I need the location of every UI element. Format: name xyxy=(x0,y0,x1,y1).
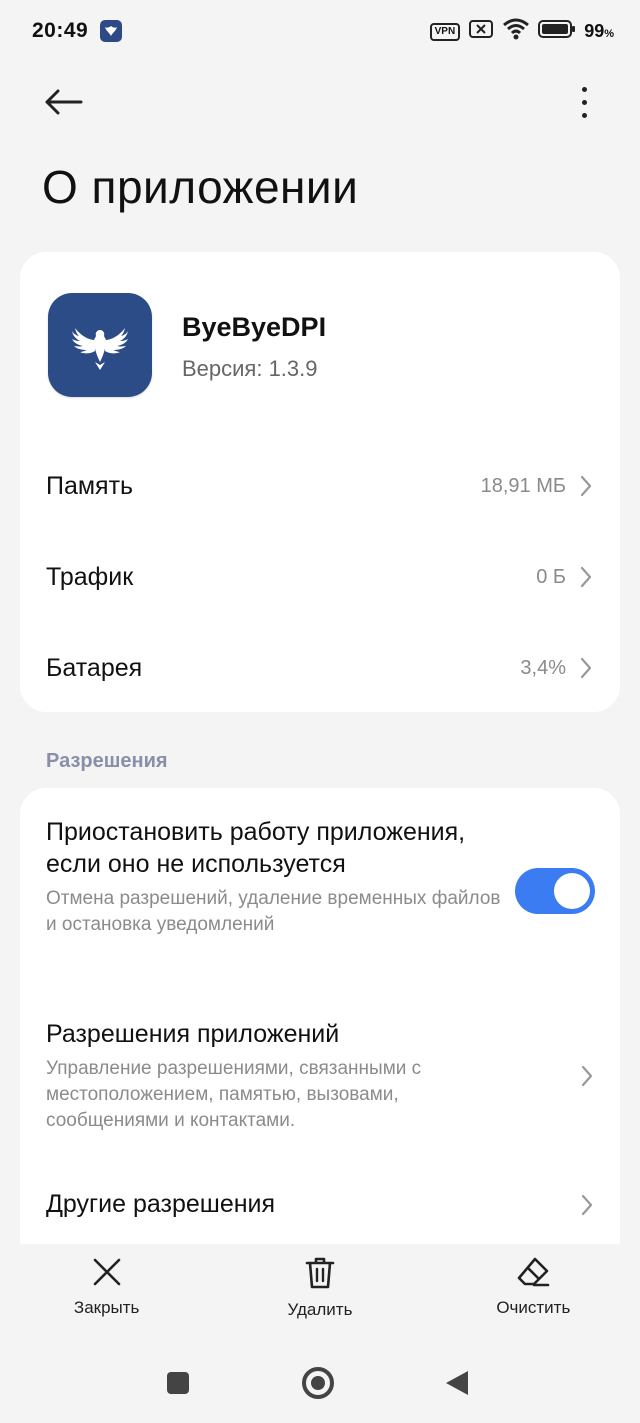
notification-app-icon xyxy=(100,20,123,42)
other-permissions-item[interactable]: Другие разрешения xyxy=(46,1188,594,1220)
uninstall-button[interactable]: Удалить xyxy=(213,1244,426,1334)
chevron-right-icon xyxy=(579,1193,595,1217)
arrow-left-icon xyxy=(45,89,83,115)
close-icon xyxy=(93,1258,120,1286)
trash-icon xyxy=(305,1257,335,1289)
app-version: Версия: 1.3.9 xyxy=(182,356,318,381)
chevron-right-icon xyxy=(578,474,594,498)
more-dot xyxy=(581,112,587,118)
other-permissions-title: Другие разрешения xyxy=(46,1190,276,1218)
bottom-action-bar: Закрыть Удалить Очистить xyxy=(0,1244,640,1334)
clear-data-button[interactable]: Очистить xyxy=(427,1244,640,1334)
top-app-bar xyxy=(0,72,640,132)
uninstall-label: Удалить xyxy=(287,1300,353,1319)
close-button[interactable]: Закрыть xyxy=(0,1244,213,1334)
pause-app-activity-title: Приостановить работу приложения, если он… xyxy=(46,818,466,878)
memory-label: Память xyxy=(46,471,134,500)
app-info-card: ByeByeDPI Версия: 1.3.9 Память 18,91 МБ … xyxy=(20,252,620,712)
pause-app-activity-item[interactable]: Приостановить работу приложения, если он… xyxy=(46,816,506,938)
traffic-label: Трафик xyxy=(46,562,134,591)
battery-icon xyxy=(538,19,576,44)
app-permissions-description: Управление разрешениями, связанными с ме… xyxy=(46,1058,422,1131)
system-navigation-bar xyxy=(0,1350,640,1420)
app-permissions-item[interactable]: Разрешения приложений Управление разреше… xyxy=(46,1018,526,1134)
traffic-value: 0 Б xyxy=(536,565,566,588)
home-dot xyxy=(311,1376,325,1390)
eagle-icon xyxy=(72,328,128,370)
pause-app-activity-description: Отмена разрешений, удаление временных фа… xyxy=(46,888,501,935)
chevron-right-icon xyxy=(578,656,594,680)
page-title: О приложении xyxy=(42,161,359,213)
battery-percent-unit: % xyxy=(604,28,614,40)
chevron-right-icon xyxy=(579,1064,595,1088)
system-back-button[interactable] xyxy=(446,1371,468,1395)
battery-percent-value: 99 xyxy=(584,21,605,41)
traffic-row[interactable]: Трафик 0 Б xyxy=(20,532,620,622)
back-button[interactable] xyxy=(38,80,88,124)
status-bar: 20:49 VPN 99% xyxy=(0,0,640,62)
app-permissions-title: Разрешения приложений xyxy=(46,1020,340,1048)
status-time: 20:49 xyxy=(32,19,89,42)
battery-percentage: 99% xyxy=(584,21,614,42)
more-dot xyxy=(581,86,587,92)
section-title-permissions: Разрешения xyxy=(46,750,168,772)
status-indicators: VPN 99% xyxy=(429,18,614,45)
clear-data-label: Очистить xyxy=(496,1298,571,1317)
home-button[interactable] xyxy=(302,1367,334,1399)
app-name: ByeByeDPI xyxy=(182,312,327,342)
eraser-icon xyxy=(518,1257,550,1287)
memory-row[interactable]: Память 18,91 МБ xyxy=(20,441,620,531)
close-label: Закрыть xyxy=(73,1298,140,1317)
battery-row[interactable]: Батарея 3,4% xyxy=(20,623,620,713)
wifi-icon xyxy=(502,18,530,45)
battery-value: 3,4% xyxy=(520,656,566,679)
permissions-card: Приостановить работу приложения, если он… xyxy=(20,788,620,1258)
more-options-button[interactable] xyxy=(574,80,594,124)
more-dot xyxy=(581,99,587,105)
battery-label: Батарея xyxy=(46,653,143,682)
no-sim-icon xyxy=(468,19,494,44)
memory-value: 18,91 МБ xyxy=(480,474,566,497)
recents-button[interactable] xyxy=(167,1372,189,1394)
app-icon xyxy=(48,293,152,397)
chevron-right-icon xyxy=(578,565,594,589)
toggle-knob xyxy=(554,873,590,909)
vpn-icon: VPN xyxy=(429,22,461,41)
pause-app-activity-toggle[interactable] xyxy=(515,868,595,914)
